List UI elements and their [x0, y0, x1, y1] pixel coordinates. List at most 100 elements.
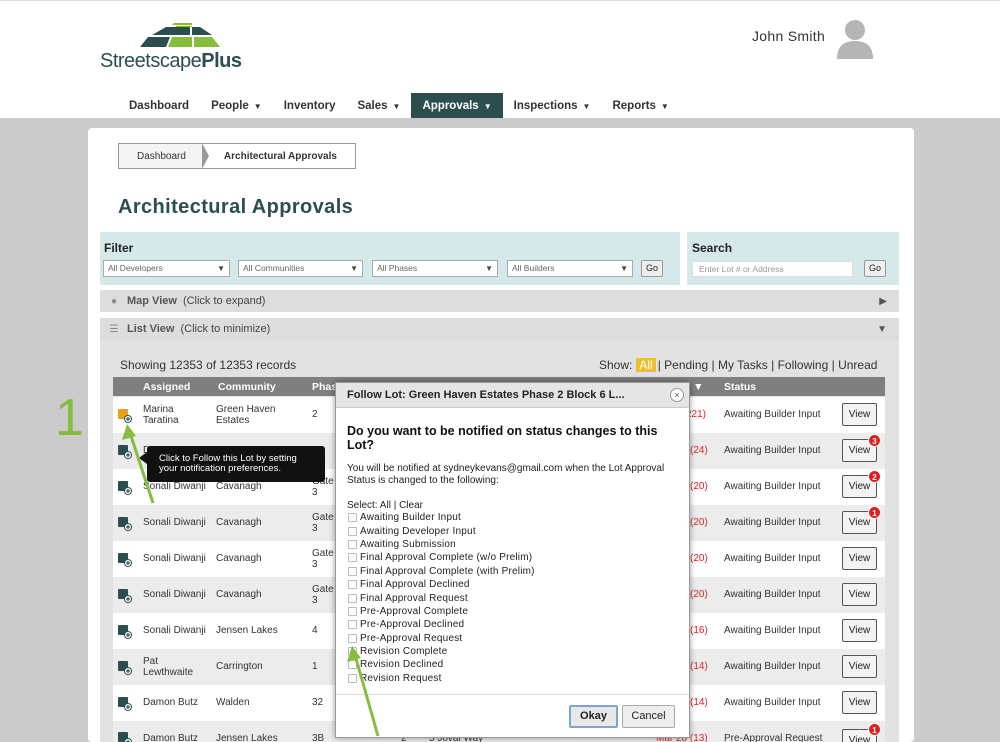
follow-lot-icon[interactable]	[118, 625, 132, 639]
checkbox[interactable]	[348, 633, 357, 643]
checkbox[interactable]	[348, 513, 357, 523]
show-unread-link[interactable]: Unread	[838, 358, 877, 372]
checkbox[interactable]	[348, 660, 357, 670]
nav-inventory[interactable]: Inventory	[273, 93, 347, 119]
map-view-bar[interactable]: ● Map View (Click to expand) ▶	[100, 290, 899, 312]
follow-lot-icon[interactable]	[118, 445, 132, 459]
search-panel: Search Enter Lot # or Address Go	[687, 232, 899, 285]
status-option[interactable]: Final Approval Complete (with Prelim)	[348, 565, 535, 578]
nav-inspections[interactable]: Inspections ▼	[503, 93, 602, 119]
nav-reports[interactable]: Reports ▼	[601, 93, 679, 119]
close-icon[interactable]: ×	[670, 388, 684, 402]
checkbox[interactable]	[348, 593, 357, 603]
okay-button[interactable]: Okay	[569, 705, 618, 728]
checkbox[interactable]	[348, 566, 357, 576]
row-community: Jensen Lakes	[216, 733, 278, 742]
breadcrumb-current: Architectural Approvals	[223, 150, 337, 162]
row-status: Awaiting Builder Input	[724, 517, 821, 528]
status-option[interactable]: Revision Complete	[348, 645, 535, 658]
row-assigned: Damon Butz	[143, 733, 199, 742]
view-button[interactable]: View	[842, 583, 877, 606]
status-option[interactable]: Final Approval Request	[348, 591, 535, 604]
row-assigned: Sonali Diwanji	[143, 625, 206, 636]
nav-sales[interactable]: Sales ▼	[346, 93, 411, 119]
checkbox[interactable]	[348, 673, 357, 683]
status-option[interactable]: Final Approval Complete (w/o Prelim)	[348, 551, 535, 564]
select-all-clear[interactable]: Select: All | Clear	[347, 500, 423, 511]
view-button[interactable]: View	[842, 547, 877, 570]
cancel-button[interactable]: Cancel	[622, 705, 675, 728]
streetscapeplus-logo[interactable]: StreetscapePlus	[100, 23, 260, 75]
user-avatar-icon[interactable]	[835, 17, 875, 59]
row-community: Green Haven Estates	[216, 404, 276, 426]
checkbox[interactable]	[348, 553, 357, 563]
dropdown-arrow-icon: ▼	[350, 264, 358, 273]
checkbox[interactable]	[348, 539, 357, 549]
view-button[interactable]: View	[842, 619, 877, 642]
unread-badge: 1	[868, 506, 881, 519]
checkbox[interactable]	[348, 526, 357, 536]
list-view-bar[interactable]: ☰ List View (Click to minimize) ▼	[100, 318, 899, 340]
row-assigned: Sonali Diwanji	[143, 553, 206, 564]
row-phase: 4	[312, 625, 318, 636]
show-my-tasks-link[interactable]: My Tasks	[718, 358, 768, 372]
nav-approvals[interactable]: Approvals ▼	[411, 93, 503, 119]
status-option[interactable]: Awaiting Developer Input	[348, 524, 535, 537]
view-button[interactable]: View	[842, 691, 877, 714]
checkbox[interactable]	[348, 606, 357, 616]
status-option[interactable]: Final Approval Declined	[348, 578, 535, 591]
show-following-link[interactable]: Following	[778, 358, 829, 372]
dialog-question: Do you want to be notified on status cha…	[347, 424, 658, 452]
builders-select[interactable]: All Builders ▼	[507, 260, 633, 277]
dialog-footer: Okay Cancel	[336, 694, 689, 738]
follow-lot-icon[interactable]	[118, 661, 132, 675]
communities-select[interactable]: All Communities ▼	[238, 260, 363, 277]
follow-lot-icon[interactable]	[118, 697, 132, 711]
search-input[interactable]: Enter Lot # or Address	[692, 261, 853, 277]
status-option[interactable]: Pre-Approval Declined	[348, 618, 535, 631]
status-option[interactable]: Revision Request	[348, 672, 535, 685]
show-pending-link[interactable]: Pending	[664, 358, 708, 372]
nav-dashboard[interactable]: Dashboard	[118, 93, 200, 119]
row-phase: 32	[312, 697, 324, 708]
user-name[interactable]: John Smith	[752, 28, 825, 44]
filter-go-button[interactable]: Go	[641, 260, 663, 277]
show-label: Show:	[599, 358, 633, 372]
breadcrumb-dashboard[interactable]: Dashboard	[119, 143, 209, 169]
follow-lot-icon[interactable]	[118, 481, 132, 495]
row-days: (20)	[690, 589, 708, 600]
status-option[interactable]: Revision Declined	[348, 658, 535, 671]
checkbox[interactable]	[348, 647, 357, 657]
col-phase[interactable]: Phas	[312, 381, 337, 393]
developers-select[interactable]: All Developers ▼	[103, 260, 230, 277]
show-all-link[interactable]: All	[636, 358, 656, 372]
view-button[interactable]: View	[842, 403, 877, 426]
row-community: Walden	[216, 697, 250, 708]
caret-down-icon: ▼	[483, 101, 492, 111]
follow-lot-icon[interactable]	[118, 517, 132, 531]
col-assigned[interactable]: Assigned	[143, 381, 190, 393]
row-assigned: Marina Taratina	[143, 404, 179, 426]
view-button[interactable]: View	[842, 655, 877, 678]
follow-lot-icon[interactable]	[118, 589, 132, 603]
phases-select[interactable]: All Phases ▼	[372, 260, 498, 277]
row-status: Awaiting Builder Input	[724, 445, 821, 456]
checkbox[interactable]	[348, 580, 357, 590]
status-option[interactable]: Pre-Approval Request	[348, 632, 535, 645]
checkbox[interactable]	[348, 620, 357, 630]
follow-lot-icon[interactable]	[118, 553, 132, 567]
dialog-message: You will be notified at sydneykevans@gma…	[347, 463, 665, 486]
status-option[interactable]: Pre-Approval Complete	[348, 605, 535, 618]
follow-lot-icon[interactable]	[118, 732, 132, 742]
row-community: Jensen Lakes	[216, 625, 278, 636]
status-option[interactable]: Awaiting Builder Input	[348, 511, 535, 524]
search-go-button[interactable]: Go	[864, 260, 886, 277]
row-phase: 3B	[312, 733, 325, 742]
follow-lot-icon[interactable]	[118, 409, 132, 423]
status-option[interactable]: Awaiting Submission	[348, 538, 535, 551]
filter-label: Filter	[104, 241, 134, 255]
col-community[interactable]: Community	[218, 381, 276, 393]
row-status: Awaiting Builder Input	[724, 625, 821, 636]
nav-people[interactable]: People ▼	[200, 93, 273, 119]
col-status[interactable]: Status	[724, 381, 756, 393]
